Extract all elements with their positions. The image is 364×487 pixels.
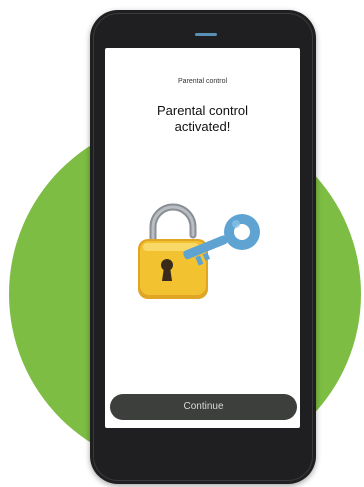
phone-speaker: [195, 33, 217, 36]
activation-headline: Parental control activated!: [156, 103, 249, 134]
padlock-with-key-icon: [138, 203, 260, 299]
phone-screen: Parental control Parental control activa…: [105, 48, 300, 428]
continue-button[interactable]: Continue: [110, 394, 297, 420]
screen-header-title: Parental control: [177, 78, 228, 85]
